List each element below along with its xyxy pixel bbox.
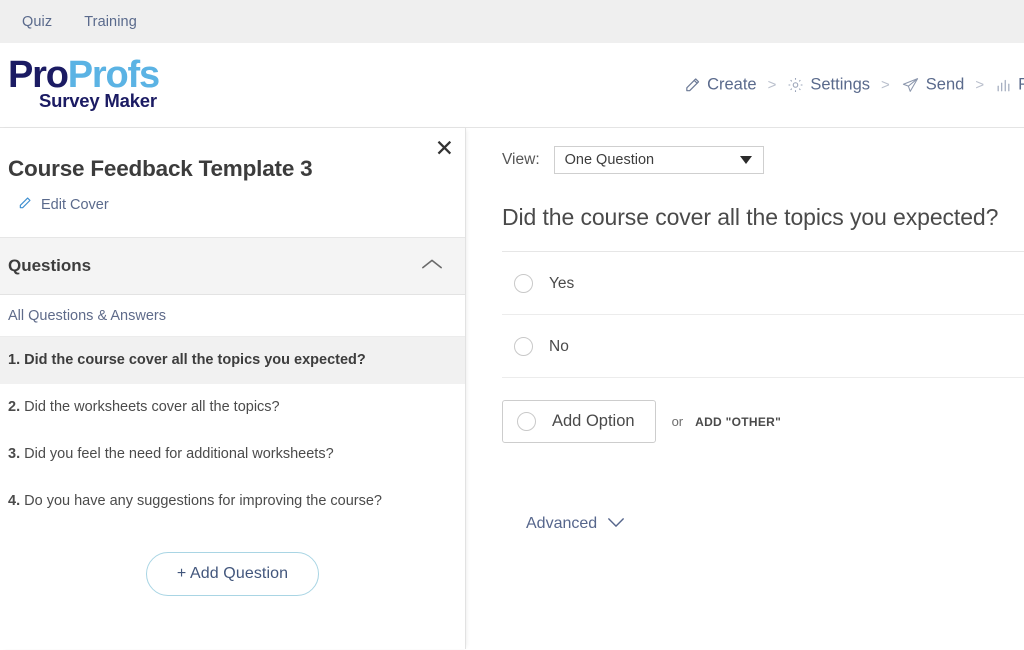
radio-icon[interactable] bbox=[514, 337, 533, 356]
radio-icon[interactable] bbox=[514, 274, 533, 293]
add-question-button[interactable]: + Add Question bbox=[145, 552, 320, 597]
breadcrumb-label-create: Create bbox=[707, 75, 757, 94]
app-header: ProProfs Survey Maker Create > Settings bbox=[0, 43, 1024, 128]
page-title: Course Feedback Template 3 bbox=[8, 156, 313, 181]
gear-icon bbox=[787, 77, 804, 94]
add-question-wrap: + Add Question bbox=[0, 552, 465, 597]
question-number: 2. bbox=[8, 398, 21, 415]
breadcrumb-item-send[interactable]: Send bbox=[901, 75, 965, 95]
survey-outline-panel: ✕ Course Feedback Template 3 Edit Cover … bbox=[0, 128, 466, 649]
radio-icon bbox=[517, 412, 536, 431]
question-number: 4. bbox=[8, 492, 21, 509]
edit-cover-button[interactable]: Edit Cover bbox=[8, 196, 109, 214]
add-option-label: Add Option bbox=[552, 412, 635, 430]
breadcrumb-separator: > bbox=[767, 76, 777, 94]
add-option-button[interactable]: Add Option bbox=[502, 400, 656, 443]
panel-top: ✕ Course Feedback Template 3 Edit Cover bbox=[0, 128, 465, 238]
view-mode-dropdown[interactable]: One Question bbox=[553, 146, 764, 174]
advanced-toggle[interactable]: Advanced bbox=[526, 515, 625, 533]
question-text: Did the worksheets cover all the topics? bbox=[24, 398, 280, 415]
pencil-icon bbox=[684, 77, 701, 94]
breadcrumb-separator: > bbox=[975, 76, 985, 94]
edit-cover-label: Edit Cover bbox=[41, 197, 109, 213]
breadcrumb: Create > Settings > Send > bbox=[684, 76, 1024, 95]
nav-link-quiz[interactable]: Quiz bbox=[6, 8, 68, 36]
questions-section-header[interactable]: Questions bbox=[0, 238, 465, 295]
top-utility-bar: Quiz Training bbox=[0, 0, 1024, 43]
paper-plane-icon bbox=[901, 77, 920, 94]
chevron-up-icon[interactable] bbox=[421, 257, 443, 276]
breadcrumb-item-reports[interactable]: R bbox=[995, 76, 1024, 95]
answer-option-label: No bbox=[549, 337, 569, 355]
answer-option-label: Yes bbox=[549, 274, 575, 292]
breadcrumb-label-send: Send bbox=[925, 75, 965, 94]
breadcrumb-label-reports: R bbox=[1018, 76, 1024, 95]
list-item[interactable]: 2. Did the worksheets cover all the topi… bbox=[0, 384, 465, 431]
add-other-button[interactable]: ADD "OTHER" bbox=[695, 415, 781, 429]
list-item[interactable]: 4. Do you have any suggestions for impro… bbox=[0, 478, 465, 525]
close-icon[interactable]: ✕ bbox=[435, 138, 454, 161]
body-split: ✕ Course Feedback Template 3 Edit Cover … bbox=[0, 128, 1024, 649]
or-label: or bbox=[671, 414, 684, 429]
question-text: Did the course cover all the topics you … bbox=[24, 352, 366, 368]
question-editor-panel: View: One Question Did the course cover … bbox=[466, 128, 1024, 649]
proprofs-logo[interactable]: ProProfs Survey Maker bbox=[8, 55, 160, 111]
list-item[interactable]: 1. Did the course cover all the topics y… bbox=[0, 337, 465, 384]
breadcrumb-label-settings: Settings bbox=[810, 75, 870, 94]
question-number: 3. bbox=[8, 445, 21, 462]
question-number: 1. bbox=[8, 352, 21, 368]
all-questions-answers-link[interactable]: All Questions & Answers bbox=[0, 295, 465, 337]
chevron-down-icon[interactable] bbox=[739, 156, 752, 164]
bar-chart-icon bbox=[995, 77, 1012, 93]
question-list: 1. Did the course cover all the topics y… bbox=[0, 337, 465, 524]
chevron-down-icon[interactable] bbox=[607, 515, 625, 533]
advanced-label: Advanced bbox=[526, 515, 598, 532]
question-text: Did you feel the need for additional wor… bbox=[24, 445, 334, 462]
questions-section-label: Questions bbox=[8, 256, 92, 275]
question-text: Do you have any suggestions for improvin… bbox=[24, 492, 382, 509]
pencil-icon bbox=[18, 196, 32, 214]
breadcrumb-item-create[interactable]: Create bbox=[684, 76, 757, 95]
view-mode-value: One Question bbox=[564, 152, 655, 168]
current-question-title[interactable]: Did the course cover all the topics you … bbox=[502, 204, 1024, 252]
list-item[interactable]: 3. Did you feel the need for additional … bbox=[0, 431, 465, 478]
answer-option-no[interactable]: No bbox=[502, 315, 1024, 378]
breadcrumb-separator: > bbox=[881, 76, 890, 94]
nav-link-training[interactable]: Training bbox=[68, 8, 153, 36]
view-row: View: One Question bbox=[502, 146, 1024, 174]
answer-option-yes[interactable]: Yes bbox=[502, 252, 1024, 315]
add-option-row: Add Option or ADD "OTHER" bbox=[502, 400, 1024, 443]
logo-wordmark: ProProfs bbox=[8, 55, 160, 95]
breadcrumb-item-settings[interactable]: Settings bbox=[787, 76, 870, 95]
view-label: View: bbox=[502, 151, 540, 168]
